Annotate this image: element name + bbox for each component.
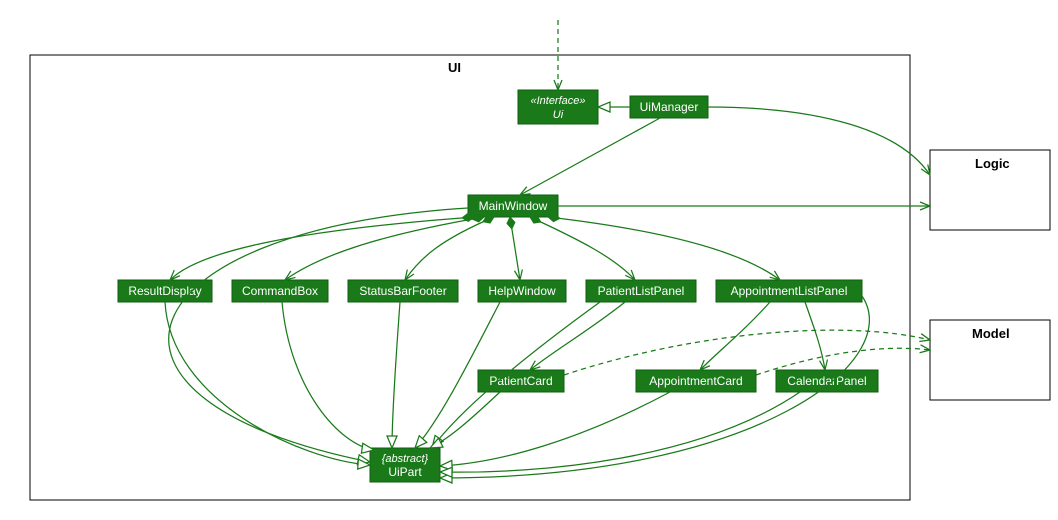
class-interface-ui: «Interface» Ui (518, 90, 598, 124)
edge-mw-uipart (169, 208, 468, 462)
class-resultdisplay: ResultDisplay (118, 280, 212, 302)
package-model-title: Model (972, 326, 1010, 341)
svg-text:UiPart: UiPart (388, 465, 422, 479)
svg-text:StatusBarFooter: StatusBarFooter (359, 284, 446, 298)
edge-patientcard-model (564, 330, 930, 375)
class-patientcard: PatientCard (478, 370, 564, 392)
package-ui-title: UI (448, 60, 461, 75)
svg-text:ResultDisplay: ResultDisplay (128, 284, 201, 298)
edge-mw-resultdisplay (170, 217, 474, 280)
uml-diagram: UI Logic Model «Interface» Ui UiManager … (0, 0, 1058, 520)
svg-text:PatientListPanel: PatientListPanel (598, 284, 685, 298)
edge-uimanager-to-logic (708, 107, 930, 175)
svg-text:MainWindow: MainWindow (479, 199, 548, 213)
edge-cal-uipart (440, 392, 800, 472)
package-logic-title: Logic (975, 156, 1010, 171)
svg-text:«Interface»: «Interface» (530, 95, 585, 107)
edge-alp-appointmentcard (700, 302, 770, 370)
svg-text:Ui: Ui (553, 109, 564, 121)
edge-sbf-uipart (392, 302, 400, 448)
edge-rd-uipart (165, 302, 370, 465)
edge-pc-uipart (430, 392, 500, 448)
package-ui (30, 55, 910, 500)
edge-plp-patientcard (530, 302, 625, 370)
class-uipart: {abstract} UiPart (370, 448, 440, 482)
edge-mw-helpwindow (510, 217, 520, 280)
edge-cb-uipart (282, 302, 374, 450)
class-commandbox: CommandBox (232, 280, 328, 302)
class-helpwindow: HelpWindow (478, 280, 566, 302)
svg-text:UiManager: UiManager (640, 100, 699, 114)
svg-text:HelpWindow: HelpWindow (488, 284, 556, 298)
class-appointmentcard: AppointmentCard (636, 370, 756, 392)
class-uimanager: UiManager (630, 96, 708, 118)
edge-mw-commandbox (285, 217, 484, 280)
class-mainwindow: MainWindow (468, 195, 558, 217)
svg-text:AppointmentCard: AppointmentCard (649, 374, 742, 388)
svg-text:CommandBox: CommandBox (242, 284, 318, 298)
edge-uimanager-to-mainwindow (520, 118, 660, 195)
class-calendarpanel: CalendarPanel (776, 370, 878, 392)
class-statusbarfooter: StatusBarFooter (348, 280, 458, 302)
class-appointmentlistpanel: AppointmentListPanel (716, 280, 862, 302)
svg-text:{abstract}: {abstract} (382, 453, 429, 465)
class-patientlistpanel: PatientListPanel (586, 280, 696, 302)
edge-mw-appointmentlistpanel (548, 217, 780, 280)
svg-text:AppointmentListPanel: AppointmentListPanel (731, 284, 848, 298)
edge-mw-statusbarfooter (405, 217, 494, 280)
